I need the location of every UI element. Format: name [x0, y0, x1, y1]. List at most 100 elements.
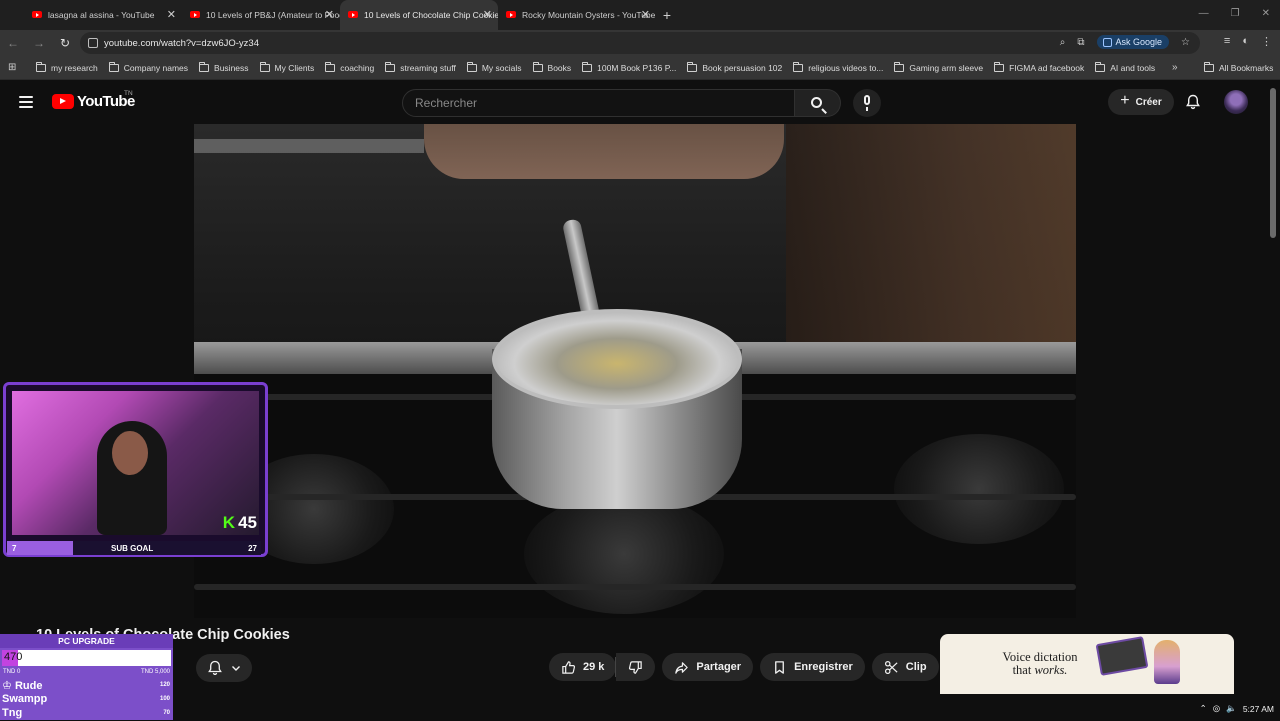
thumbs-down-icon — [629, 660, 643, 674]
youtube-favicon-icon — [190, 11, 200, 18]
webcam-overlay: K 45 — [3, 382, 268, 557]
avatar[interactable] — [1224, 90, 1248, 114]
clock[interactable]: 5:27 AM — [1243, 704, 1274, 714]
site-info-icon[interactable] — [88, 38, 98, 48]
ask-google-button[interactable]: Ask Google — [1096, 35, 1170, 49]
browser-tab[interactable]: lasagna al assina - YouTube ✕ — [24, 0, 182, 30]
youtube-header: YouTube TN Rechercher + Créer — [0, 80, 1280, 124]
bookmark-folder[interactable]: My Clients — [259, 61, 314, 73]
bookmark-folder[interactable]: 100M Book P136 P... — [582, 61, 676, 73]
folder-icon — [687, 61, 698, 72]
bookmark-folder[interactable]: religious videos to... — [793, 61, 884, 73]
donation-min: TND 0 — [3, 669, 21, 675]
folder-icon — [385, 61, 396, 72]
bookmark-label: my research — [51, 62, 98, 73]
folder-icon — [199, 61, 210, 72]
bookmark-folder[interactable]: My socials — [466, 61, 522, 73]
like-button[interactable]: 29 k — [549, 653, 617, 681]
browser-tab-active[interactable]: 10 Levels of Chocolate Chip Cookies ✕ — [340, 0, 498, 30]
network-icon[interactable]: ◎ — [1213, 703, 1220, 714]
folder-icon — [532, 61, 543, 72]
bookmark-label: religious videos to... — [808, 62, 884, 73]
donation-goal-title: PC UPGRADE — [0, 634, 173, 648]
bookmark-folder[interactable]: my research — [36, 61, 98, 73]
bookmark-label: Book persuasion 102 — [702, 62, 783, 73]
menu-icon[interactable] — [19, 96, 33, 108]
bookmark-folder[interactable]: Book persuasion 102 — [687, 61, 783, 73]
clip-button[interactable]: Clip — [871, 653, 939, 681]
zoom-icon[interactable]: ⌕ — [1060, 37, 1066, 48]
bookmark-folder[interactable]: Business — [199, 61, 249, 73]
bookmark-folder[interactable]: Gaming arm sleeve — [894, 61, 983, 73]
bookmark-star-icon[interactable]: ☆ — [1181, 37, 1190, 48]
create-button[interactable]: + Créer — [1108, 89, 1174, 115]
subscribe-notifications-button[interactable] — [196, 654, 252, 682]
back-icon[interactable]: ← — [0, 36, 26, 50]
donor-amount: 100 — [159, 696, 170, 702]
save-button[interactable]: Enregistrer — [760, 653, 865, 681]
search-button[interactable] — [795, 89, 841, 117]
forward-icon[interactable]: → — [26, 36, 52, 50]
minimize-icon[interactable]: — — [1199, 8, 1209, 19]
video-frame-shelf — [194, 139, 424, 153]
kick-counter: K 45 — [223, 513, 257, 533]
video-frame-background — [786, 124, 1076, 344]
install-app-icon[interactable]: ⧉ — [1077, 37, 1084, 48]
close-icon[interactable]: ✕ — [641, 8, 650, 21]
chevron-right-icon[interactable]: » — [1172, 62, 1178, 73]
donor-amount: 70 — [163, 710, 170, 716]
search-input[interactable]: Rechercher — [402, 89, 795, 117]
bookmark-folder[interactable]: coaching — [325, 61, 375, 73]
close-icon[interactable]: ✕ — [167, 8, 176, 21]
reading-list-icon[interactable]: ≡ — [1224, 35, 1230, 48]
notifications-bell-icon[interactable] — [1185, 94, 1201, 110]
reload-icon[interactable]: ↻ — [52, 36, 78, 50]
close-window-icon[interactable]: ✕ — [1262, 8, 1270, 19]
voice-search-button[interactable] — [853, 89, 881, 117]
url-text: youtube.com/watch?v=dzw6JO-yz34 — [104, 37, 259, 49]
new-tab-button[interactable]: + — [656, 7, 678, 23]
save-label: Enregistrer — [794, 661, 853, 673]
bookmark-folder[interactable]: FIGMA ad facebook — [994, 61, 1084, 73]
browser-tab[interactable]: 10 Levels of PB&J (Amateur to Food ✕ — [182, 0, 340, 30]
tray-chevron-icon[interactable]: ⌃ — [1200, 703, 1207, 714]
window-controls: — ❐ ✕ — [1199, 8, 1270, 19]
video-player[interactable] — [194, 124, 1076, 618]
donor-row: Tng 70 — [0, 707, 173, 721]
close-icon[interactable]: ✕ — [325, 8, 334, 21]
bookmark-label: All Bookmarks — [1219, 62, 1274, 73]
donor-name: Tng — [2, 707, 23, 719]
thumbs-up-icon — [562, 660, 576, 674]
bookmark-label: streaming stuff — [400, 62, 456, 73]
close-icon[interactable]: ✕ — [483, 8, 492, 21]
share-button[interactable]: Partager — [662, 653, 754, 681]
apps-grid-icon[interactable]: ⊞ — [8, 62, 36, 73]
dislike-button[interactable] — [616, 653, 656, 681]
youtube-logo[interactable]: YouTube TN — [52, 90, 135, 110]
region-code: TN — [124, 90, 133, 97]
browser-tab-strip: lasagna al assina - YouTube ✕ 10 Levels … — [0, 0, 1280, 30]
crown-icon: ♔ — [2, 680, 12, 692]
search-placeholder: Rechercher — [415, 96, 478, 110]
url-bar[interactable]: youtube.com/watch?v=dzw6JO-yz34 ⌕ ⧉ Ask … — [80, 32, 1200, 54]
folder-icon — [582, 61, 593, 72]
sub-goal-target: 27 — [248, 543, 257, 553]
menu-dots-icon[interactable]: ⋮ — [1261, 35, 1272, 48]
folder-icon — [894, 61, 905, 72]
bookmarks-bar: ⊞ my research Company names Business My … — [0, 56, 1280, 80]
omnibox-actions: ⌕ ⧉ Ask Google ☆ — [1060, 35, 1190, 49]
profile-icon[interactable]: ◐ — [1242, 35, 1249, 48]
maximize-icon[interactable]: ❐ — [1231, 8, 1240, 19]
clip-label: Clip — [905, 661, 927, 673]
bookmark-label: coaching — [340, 62, 375, 73]
browser-tab[interactable]: Rocky Mountain Oysters - YouTube ✕ — [498, 0, 656, 30]
all-bookmarks[interactable]: All Bookmarks — [1204, 61, 1274, 73]
bookmark-folder[interactable]: AI and tools — [1095, 61, 1155, 73]
tab-title: lasagna al assina - YouTube — [48, 10, 155, 20]
volume-icon[interactable]: 🔈 — [1226, 703, 1237, 714]
page-scrollbar[interactable] — [1270, 88, 1276, 238]
bookmark-folder[interactable]: Books — [532, 61, 571, 73]
ask-google-label: Ask Google — [1115, 37, 1163, 47]
bookmark-folder[interactable]: streaming stuff — [385, 61, 456, 73]
bookmark-folder[interactable]: Company names — [108, 61, 188, 73]
